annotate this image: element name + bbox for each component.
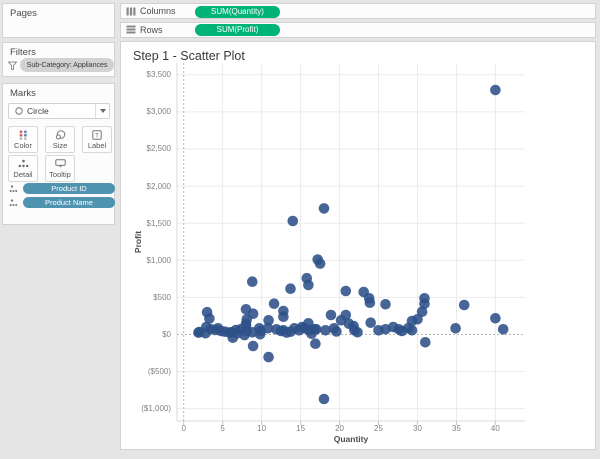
scatter-point[interactable] <box>248 341 259 352</box>
color-button[interactable]: Color <box>8 126 38 153</box>
size-button[interactable]: Size <box>45 126 75 153</box>
rows-shelf-label: Rows <box>140 25 163 35</box>
scatter-point[interactable] <box>278 311 289 322</box>
x-tick-label: 20 <box>328 424 352 433</box>
detail-button[interactable]: Detail <box>8 155 38 182</box>
pages-title: Pages <box>10 8 37 19</box>
y-tick-label: ($500) <box>121 367 171 376</box>
tooltip-button[interactable]: Tooltip <box>45 155 75 182</box>
x-axis-title[interactable]: Quantity <box>177 434 525 444</box>
x-tick-label: 35 <box>444 424 468 433</box>
pill-sum-quantity[interactable]: SUM(Quantity) <box>195 6 280 18</box>
label-button-label: Label <box>88 141 106 150</box>
y-tick-label: $2,500 <box>121 144 171 153</box>
pages-card: Pages <box>2 3 115 38</box>
label-button[interactable]: T Label <box>82 126 112 153</box>
scatter-point[interactable] <box>204 313 215 324</box>
filters-title: Filters <box>10 47 36 58</box>
marks-card: Marks Circle Color Size T Label <box>2 83 115 225</box>
filters-card: Filters Sub-Category: Appliances <box>2 42 115 77</box>
filter-pill-subcategory[interactable]: Sub-Category: Appliances <box>20 58 114 72</box>
scatter-point[interactable] <box>263 315 274 326</box>
y-tick-label: ($1,000) <box>121 404 171 413</box>
detail-button-label: Detail <box>13 170 32 179</box>
svg-text:T: T <box>95 132 99 139</box>
tooltip-icon <box>55 159 66 169</box>
circle-mark-icon <box>15 107 23 115</box>
detail-icon <box>18 159 29 169</box>
y-tick-label: $1,000 <box>121 256 171 265</box>
x-tick-label: 10 <box>250 424 274 433</box>
scatter-plot-area[interactable] <box>177 63 525 421</box>
y-tick-label: $0 <box>121 330 171 339</box>
y-tick-label: $3,500 <box>121 70 171 79</box>
scatter-point[interactable] <box>319 203 330 214</box>
label-icon: T <box>92 130 102 140</box>
color-icon <box>18 130 28 140</box>
scatter-point[interactable] <box>326 310 337 321</box>
sheet-title: Step 1 - Scatter Plot <box>133 49 245 63</box>
scatter-plot-svg[interactable] <box>177 63 525 421</box>
scatter-point[interactable] <box>365 317 376 328</box>
columns-shelf[interactable]: Columns SUM(Quantity) <box>120 3 596 19</box>
y-tick-label: $500 <box>121 293 171 302</box>
marks-title: Marks <box>10 88 36 99</box>
funnel-icon <box>8 61 17 70</box>
columns-shelf-label: Columns <box>140 6 176 16</box>
scatter-point[interactable] <box>352 327 363 338</box>
scatter-point[interactable] <box>263 352 274 363</box>
detail-shelf-icon <box>9 197 20 208</box>
y-tick-label: $2,000 <box>121 182 171 191</box>
columns-icon <box>126 7 136 16</box>
y-tick-label: $3,000 <box>121 107 171 116</box>
scatter-point[interactable] <box>459 300 470 311</box>
scatter-point[interactable] <box>247 276 258 287</box>
size-button-label: Size <box>53 141 68 150</box>
scatter-point[interactable] <box>288 216 299 227</box>
chevron-down-icon[interactable] <box>95 104 109 118</box>
scatter-point[interactable] <box>331 326 342 337</box>
mark-type-dropdown[interactable]: Circle <box>8 103 110 119</box>
scatter-point[interactable] <box>248 308 259 319</box>
x-tick-label: 5 <box>211 424 235 433</box>
scatter-point[interactable] <box>341 286 352 297</box>
size-icon <box>55 130 66 140</box>
pill-product-name[interactable]: Product Name <box>23 197 115 208</box>
x-tick-label: 0 <box>172 424 196 433</box>
mark-type-value: Circle <box>27 106 49 116</box>
scatter-point[interactable] <box>319 394 330 405</box>
x-axis-ticks[interactable]: 0510152025303540 <box>177 424 525 434</box>
pill-sum-profit[interactable]: SUM(Profit) <box>195 24 280 36</box>
scatter-point[interactable] <box>269 298 280 309</box>
scatter-point[interactable] <box>365 297 376 308</box>
rows-shelf[interactable]: Rows SUM(Profit) <box>120 22 596 38</box>
scatter-point[interactable] <box>311 324 322 335</box>
rows-icon <box>126 25 136 34</box>
x-tick-label: 40 <box>483 424 507 433</box>
scatter-point[interactable] <box>407 325 418 336</box>
scatter-point[interactable] <box>303 280 314 291</box>
scatter-point[interactable] <box>315 258 326 269</box>
scatter-point[interactable] <box>420 337 431 348</box>
tooltip-button-label: Tooltip <box>49 170 71 179</box>
scatter-point[interactable] <box>490 85 501 96</box>
x-tick-label: 25 <box>367 424 391 433</box>
scatter-point[interactable] <box>419 298 430 309</box>
x-tick-label: 15 <box>289 424 313 433</box>
scatter-point[interactable] <box>490 313 501 324</box>
color-button-label: Color <box>14 141 32 150</box>
scatter-point[interactable] <box>498 324 509 335</box>
worksheet-view: Step 1 - Scatter Plot Profit $3,500$3,00… <box>120 41 596 451</box>
scatter-point[interactable] <box>310 338 321 349</box>
pill-product-id[interactable]: Product ID <box>23 183 115 194</box>
y-axis-ticks[interactable]: $3,500 $3,000 $2,500 $2,000 $1,500 $1,000 $500… <box>121 63 171 421</box>
y-tick-label: $1,500 <box>121 219 171 228</box>
x-tick-label: 30 <box>405 424 429 433</box>
detail-shelf-icon <box>9 183 20 194</box>
scatter-point[interactable] <box>450 323 461 334</box>
scatter-point[interactable] <box>380 299 391 310</box>
scatter-point[interactable] <box>285 283 296 294</box>
